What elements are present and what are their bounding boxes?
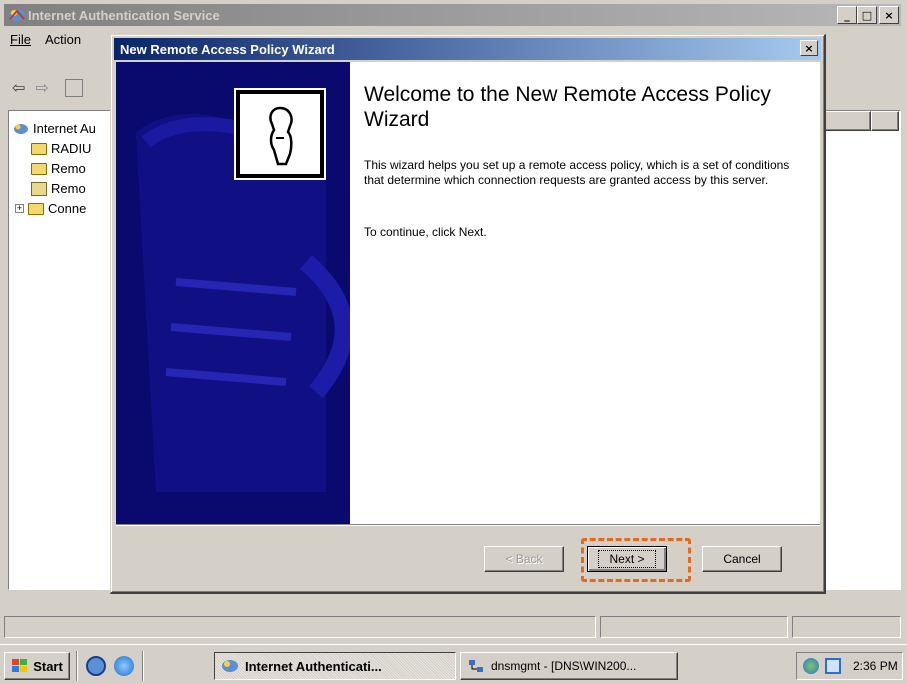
statusbar [4, 616, 901, 638]
status-cell-right [792, 616, 901, 638]
menu-file[interactable]: File [10, 32, 31, 47]
tree-item-connection[interactable]: + Conne [15, 201, 86, 216]
main-window-title: Internet Authentication Service [28, 7, 220, 23]
wizard-close-button[interactable]: × [800, 40, 818, 56]
ias-node-icon [14, 123, 28, 134]
close-icon: × [804, 41, 814, 55]
cancel-button[interactable]: Cancel [702, 546, 782, 572]
wizard-title: New Remote Access Policy Wizard [120, 41, 335, 57]
windows-logo-icon [12, 659, 28, 672]
tree-item-remote-logging[interactable]: Remo [31, 161, 86, 176]
policy-icon [31, 181, 47, 196]
folder-icon [31, 142, 47, 155]
minimize-icon: _ [844, 8, 850, 22]
taskbar-separator [142, 651, 144, 681]
system-tray: 2:36 PM [796, 652, 903, 680]
tree-label-remote-policies: Remo [51, 181, 86, 196]
wizard-heading: Welcome to the New Remote Access Policy … [364, 83, 771, 131]
start-label: Start [33, 658, 63, 674]
wizard-body: Welcome to the New Remote Access Policy … [350, 62, 820, 524]
up-folder-icon[interactable] [64, 79, 83, 97]
wizard-logo-box [236, 90, 324, 178]
clock[interactable]: 2:36 PM [853, 659, 898, 673]
desktop-quicklaunch-icon[interactable] [86, 656, 106, 676]
next-button-highlight [581, 538, 691, 582]
person-silhouette-icon [269, 106, 293, 166]
ias-app-icon [222, 660, 238, 672]
tree-item-root[interactable]: Internet Au [13, 121, 96, 136]
maximize-button[interactable]: □ [857, 6, 877, 24]
start-button[interactable]: Start [4, 652, 70, 680]
status-cell-mid [600, 616, 788, 638]
wizard-divider [116, 524, 820, 526]
wizard-description: This wizard helps you set up a remote ac… [364, 158, 790, 187]
status-cell-main [4, 616, 596, 638]
taskbar-separator [76, 651, 78, 681]
wizard-continue-text: To continue, click Next. [364, 225, 487, 239]
column-header-extra[interactable] [871, 111, 899, 131]
back-button[interactable]: < Back [484, 546, 564, 572]
forward-arrow-icon[interactable]: ⇨ [35, 78, 48, 98]
main-titlebar[interactable]: Internet Authentication Service _ □ × [4, 4, 901, 26]
monitor-tray-icon[interactable] [825, 658, 841, 674]
cancel-button-label: Cancel [723, 552, 761, 566]
internet-explorer-icon[interactable] [114, 656, 134, 676]
task-label-dns: dnsmgmt - [DNS\WIN200... [491, 659, 637, 673]
task-internet-authentication[interactable]: Internet Authenticati... [214, 652, 456, 680]
network-tray-icon[interactable] [803, 658, 819, 674]
expand-plus-icon[interactable]: + [15, 204, 24, 213]
task-dnsmgmt[interactable]: dnsmgmt - [DNS\WIN200... [460, 652, 678, 680]
taskbar: Start Internet Authenticati... dnsmgmt -… [0, 644, 907, 684]
minimize-button[interactable]: _ [837, 6, 857, 24]
tree-label-radius: RADIU [51, 141, 92, 156]
back-button-label: < Back [505, 552, 543, 566]
task-label-ias: Internet Authenticati... [245, 658, 382, 674]
menu-action[interactable]: Action [45, 32, 81, 47]
tree-item-remote-policies[interactable]: Remo [31, 181, 86, 196]
tree-label-connection: Conne [48, 201, 87, 216]
tree-label-remote-logging: Remo [51, 161, 86, 176]
folder-icon [28, 202, 44, 215]
ias-app-icon [9, 9, 25, 21]
tree-label-root: Internet Au [33, 121, 96, 136]
tree-item-radius[interactable]: RADIU [31, 141, 91, 156]
close-icon: × [884, 8, 894, 22]
back-arrow-icon[interactable]: ⇦ [12, 78, 25, 98]
folder-icon [31, 162, 47, 175]
close-button[interactable]: × [879, 6, 899, 24]
wizard-banner [116, 62, 350, 524]
maximize-icon: □ [861, 8, 873, 22]
wizard-dialog: New Remote Access Policy Wizard × Welcom… [110, 34, 826, 594]
wizard-titlebar[interactable]: New Remote Access Policy Wizard × [114, 38, 821, 60]
dns-network-icon [469, 660, 483, 672]
